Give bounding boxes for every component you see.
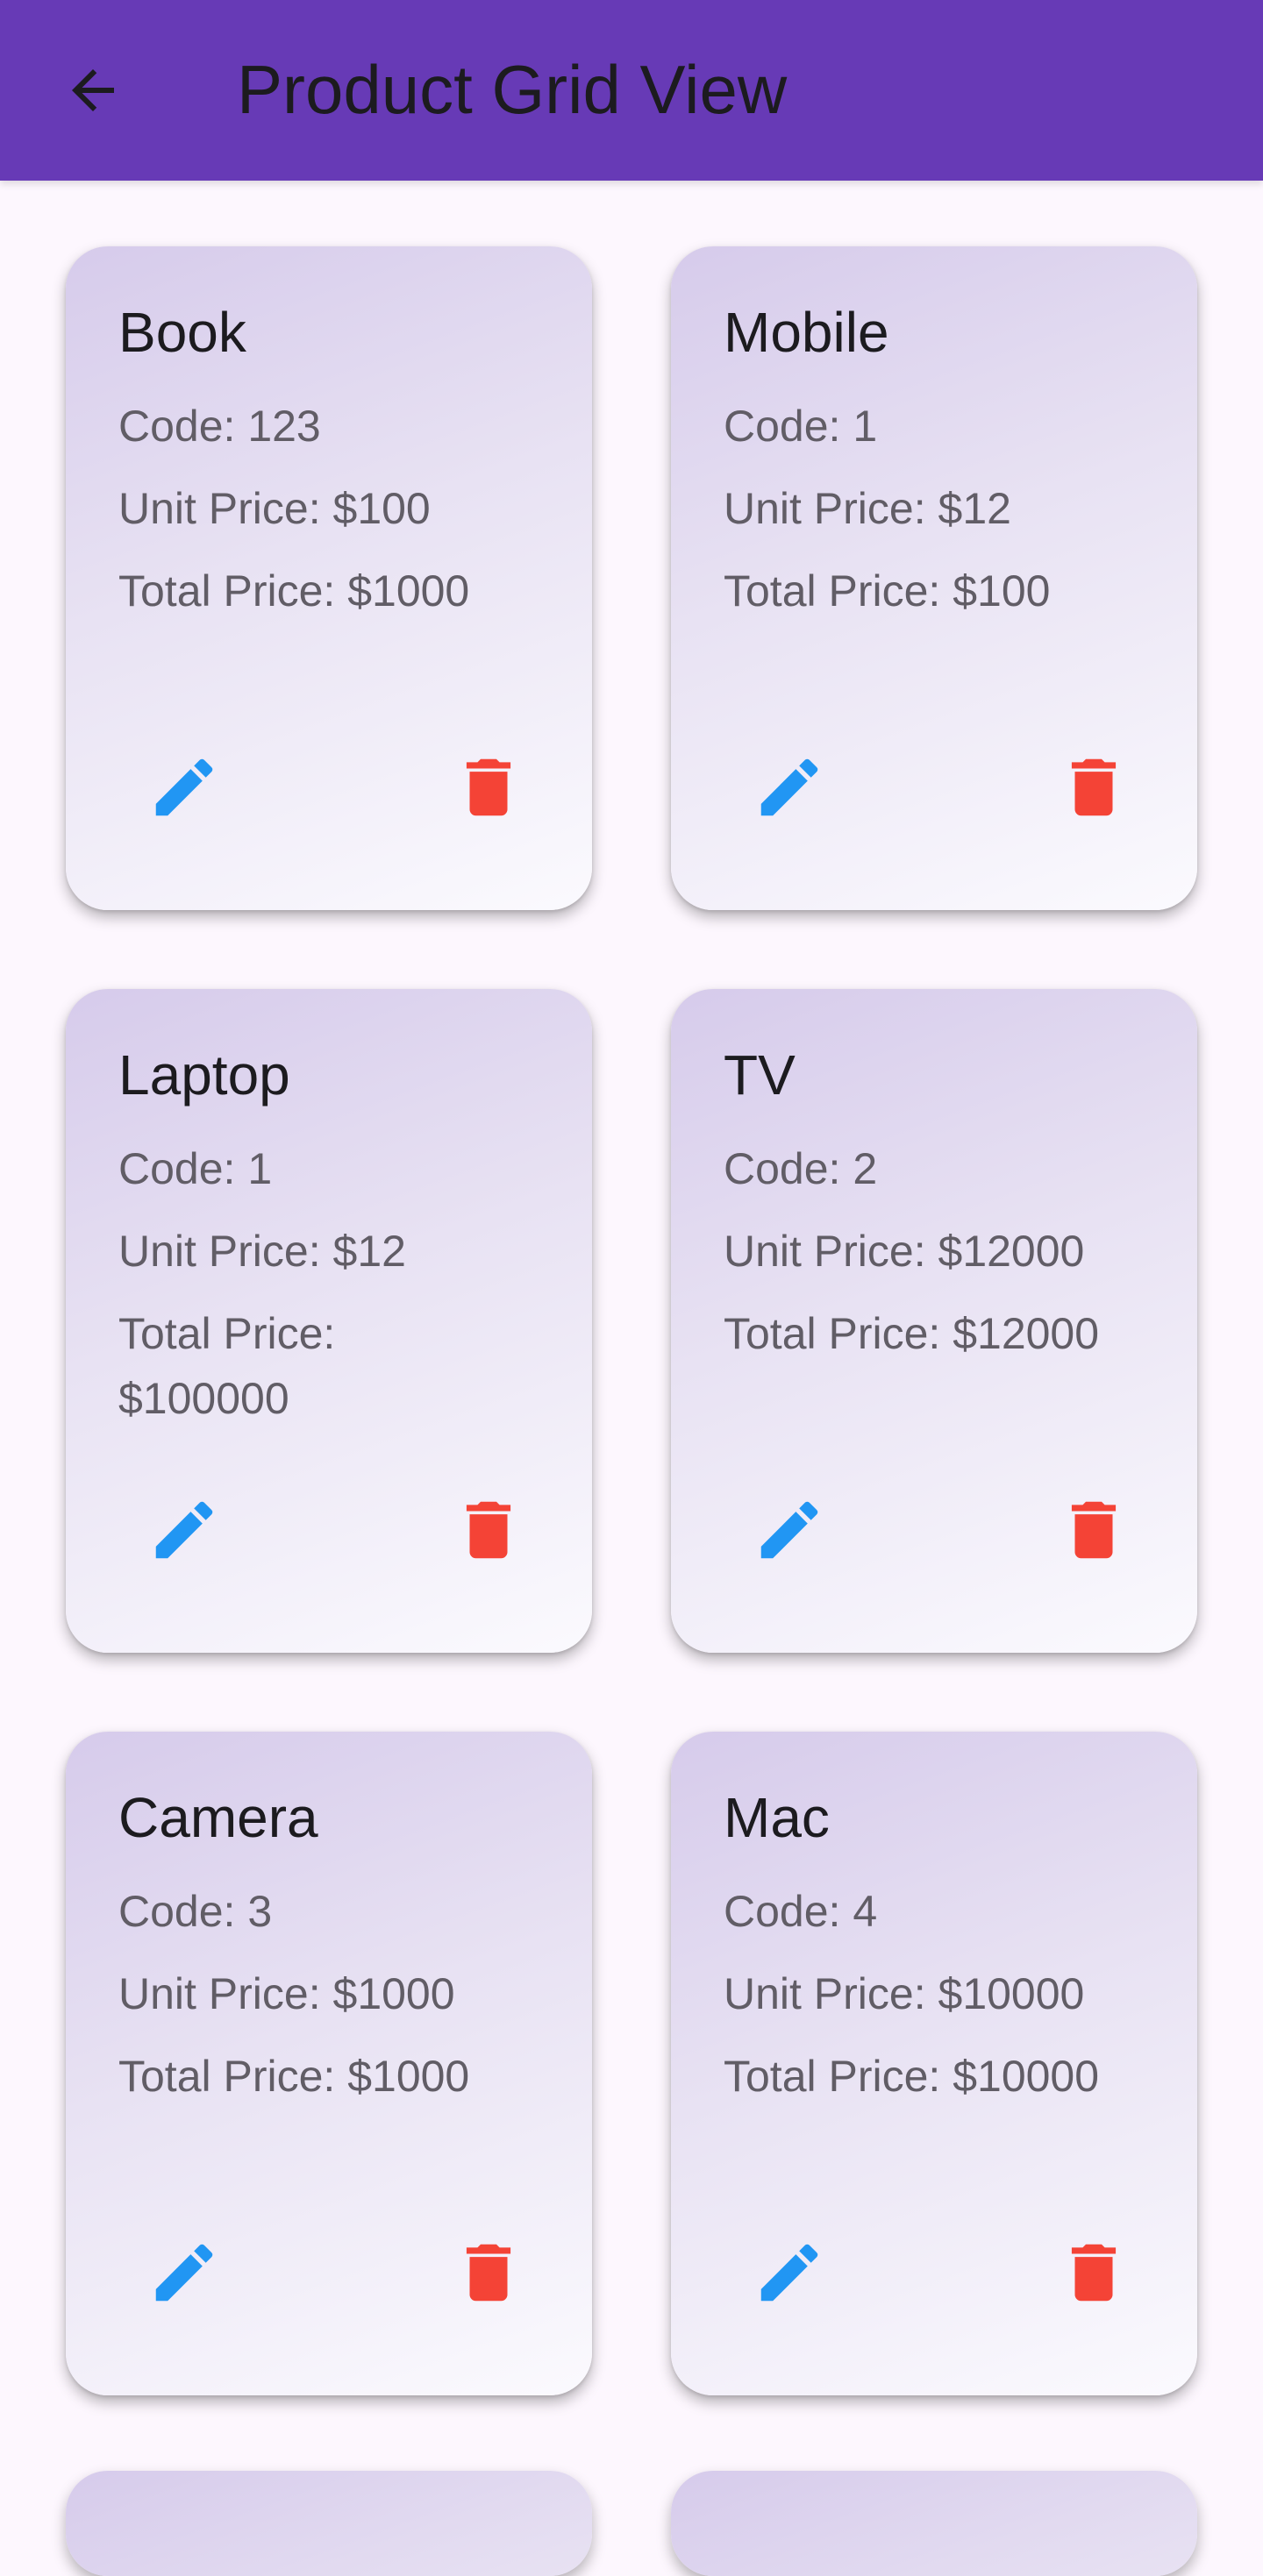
product-name: Camera <box>118 1786 318 1849</box>
edit-button[interactable] <box>136 2224 232 2321</box>
app-bar: Product Grid View <box>0 0 1263 181</box>
pencil-icon <box>155 758 213 816</box>
product-unit-price: Unit Price: $1000 <box>118 1969 455 2018</box>
product-card[interactable]: Camera Code: 3 Unit Price: $1000 Total P… <box>66 1732 592 2395</box>
product-total-price: Total Price: $1000 <box>118 566 470 616</box>
pencil-icon <box>760 2244 818 2302</box>
product-total-price: Total Price: $10000 <box>724 2052 1100 2101</box>
card-actions <box>66 2229 592 2316</box>
product-card[interactable]: Laptop Code: 1 Unit Price: $12 Total Pri… <box>66 989 592 1653</box>
product-card[interactable]: Book Code: 123 Unit Price: $100 Total Pr… <box>66 246 592 910</box>
product-name: Laptop <box>118 1043 290 1107</box>
product-unit-price: Unit Price: $12 <box>724 484 1011 533</box>
trash-icon <box>466 2244 511 2302</box>
delete-button[interactable] <box>440 2224 537 2321</box>
delete-button[interactable] <box>440 739 537 836</box>
card-actions <box>671 2229 1197 2316</box>
product-code: Code: 3 <box>118 1887 273 1936</box>
product-code: Code: 2 <box>724 1144 878 1193</box>
product-name: Mac <box>724 1786 830 1849</box>
arrow-back-icon <box>72 69 114 111</box>
product-grid: Book Code: 123 Unit Price: $100 Total Pr… <box>66 246 1197 2395</box>
product-code: Code: 1 <box>724 402 878 451</box>
product-card[interactable]: Mobile Code: 1 Unit Price: $12 Total Pri… <box>671 246 1197 910</box>
edit-button[interactable] <box>741 739 838 836</box>
product-name: Mobile <box>724 301 889 364</box>
edit-button[interactable] <box>136 1482 232 1578</box>
product-total-price: Total Price: $100000 <box>118 1309 336 1423</box>
product-code: Code: 123 <box>118 402 321 451</box>
pencil-icon <box>155 2244 213 2302</box>
page-title: Product Grid View <box>237 51 788 128</box>
product-name: Book <box>118 301 246 364</box>
edit-button[interactable] <box>136 739 232 836</box>
product-unit-price: Unit Price: $100 <box>118 484 431 533</box>
product-card[interactable]: Mac Code: 4 Unit Price: $10000 Total Pri… <box>671 1732 1197 2395</box>
product-card[interactable]: TV Code: 2 Unit Price: $12000 Total Pric… <box>671 989 1197 1653</box>
pencil-icon <box>760 1501 818 1559</box>
delete-button[interactable] <box>1045 1482 1142 1578</box>
product-total-price: Total Price: $100 <box>724 566 1051 616</box>
card-actions <box>671 744 1197 831</box>
pencil-icon <box>155 1501 213 1559</box>
edit-button[interactable] <box>741 2224 838 2321</box>
back-button[interactable] <box>49 46 137 134</box>
card-actions <box>66 1486 592 1574</box>
product-card-partial[interactable] <box>671 2471 1197 2576</box>
product-unit-price: Unit Price: $10000 <box>724 1969 1085 2018</box>
delete-button[interactable] <box>1045 739 1142 836</box>
trash-icon <box>1071 2244 1117 2302</box>
delete-button[interactable] <box>1045 2224 1142 2321</box>
product-total-price: Total Price: $1000 <box>118 2052 470 2101</box>
product-unit-price: Unit Price: $12 <box>118 1227 406 1276</box>
product-code: Code: 1 <box>118 1144 273 1193</box>
delete-button[interactable] <box>440 1482 537 1578</box>
product-name: TV <box>724 1043 796 1107</box>
edit-button[interactable] <box>741 1482 838 1578</box>
product-code: Code: 4 <box>724 1887 878 1936</box>
product-total-price: Total Price: $12000 <box>724 1309 1100 1358</box>
card-actions <box>671 1486 1197 1574</box>
trash-icon <box>466 1501 511 1559</box>
pencil-icon <box>760 758 818 816</box>
trash-icon <box>1071 1501 1117 1559</box>
product-card-partial[interactable] <box>66 2471 592 2576</box>
trash-icon <box>1071 758 1117 816</box>
product-unit-price: Unit Price: $12000 <box>724 1227 1085 1276</box>
trash-icon <box>466 758 511 816</box>
card-actions <box>66 744 592 831</box>
